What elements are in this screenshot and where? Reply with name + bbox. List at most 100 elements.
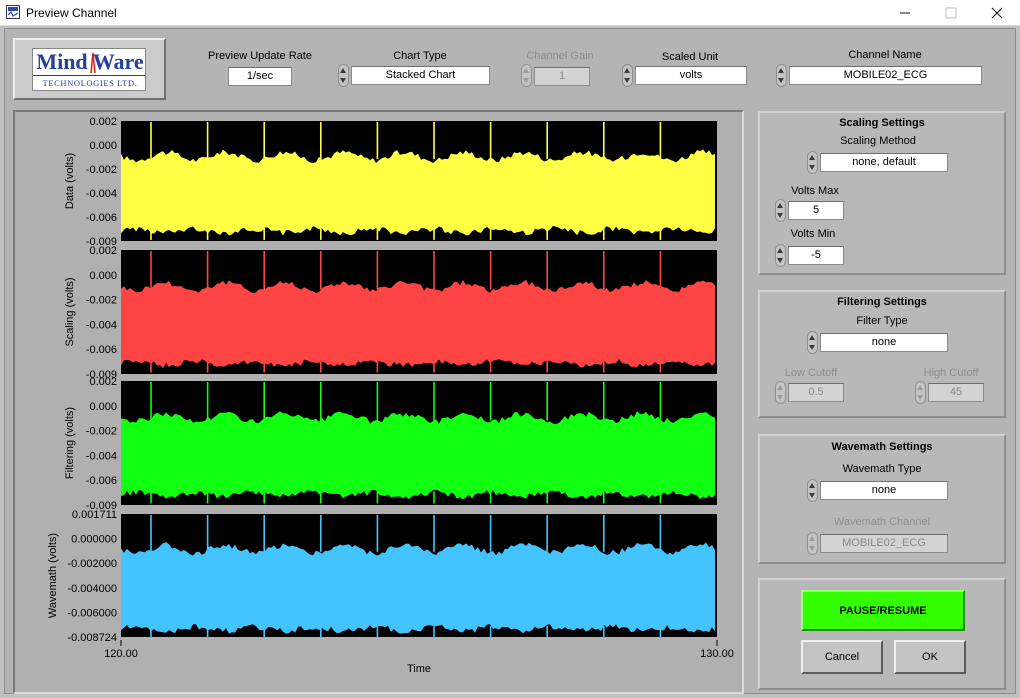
wavemath-channel-ring [807,532,818,555]
minimize-icon [900,12,910,14]
filter-type-ring[interactable] [807,331,818,354]
pause-resume-button[interactable]: PAUSE/RESUME [801,590,965,631]
volts-min-label: Volts Min [790,228,836,240]
y-tick-label: -0.002000 [67,558,117,570]
x-tick-label: 120.00 [104,648,138,660]
x-tick-label: 130.00 [700,648,734,660]
y-tick-label: 0.000 [89,270,117,282]
signal-band [121,411,715,500]
y-tick-label: -0.008724 [67,632,117,644]
ok-button[interactable]: OK [894,640,966,674]
app-icon [6,5,20,19]
wavemath-type-label: Wavemath Type [842,463,922,475]
high-cutoff-label: High Cutoff [923,367,979,379]
arrow-down-icon [777,258,783,263]
preview-rate-label: Preview Update Rate [208,50,312,62]
arrow-down-icon [340,78,346,83]
channel-gain-label: Channel Gain [526,50,594,62]
wavemath-type-ring[interactable] [807,479,818,502]
y-axis-label: Scaling (volts) [64,277,76,346]
y-tick-label: 0.001711 [72,509,117,521]
low-cutoff-label: Low Cutoff [784,367,838,379]
arrow-down-icon [809,345,815,350]
arrow-up-icon [778,68,784,73]
volts-max-field[interactable]: 5 [788,201,844,220]
x-axis-label: Time [407,663,431,675]
preview-rate-field[interactable]: 1/sec [228,67,292,86]
arrow-down-icon [778,78,784,83]
arrow-up-icon [917,385,923,390]
y-tick-label: -0.002 [86,426,117,438]
arrow-up-icon [523,68,529,73]
filtering-settings-title: Filtering Settings [837,296,927,308]
arrow-down-icon [523,78,529,83]
volts-min-stepper[interactable] [775,244,786,267]
wavemath-channel-label: Wavemath Channel [833,516,931,528]
arrow-down-icon [777,213,783,218]
signal-band [121,149,715,236]
scaled-unit-label: Scaled Unit [661,51,719,63]
stacked-chart: 0.0020.000-0.002-0.004-0.006-0.009Data (… [47,116,734,675]
maximize-button[interactable] [928,0,974,26]
filter-type-field[interactable]: none [820,333,948,352]
y-tick-label: 0.002 [89,245,117,257]
scaled-unit-ring[interactable] [622,64,633,87]
y-tick-label: -0.002 [86,164,117,176]
scaled-unit-field[interactable]: volts [635,66,747,85]
logo-heartbeat-icon [90,52,96,74]
arrow-up-icon [777,203,783,208]
y-tick-label: -0.006 [86,475,117,487]
channel-gain-field: 1 [534,67,590,86]
y-tick-label: 0.000 [89,140,117,152]
channel-name-ring[interactable] [776,64,787,87]
arrow-up-icon [809,536,815,541]
close-button[interactable] [974,0,1020,26]
channel-name-label: Channel Name [848,49,922,61]
signal-band [121,279,715,369]
close-icon [991,7,1003,19]
arrow-up-icon [624,68,630,73]
signal-band [121,542,715,634]
wavemath-settings-title: Wavemath Settings [831,441,933,453]
title-bar: Preview Channel [0,0,1020,26]
low-cutoff-field: 0.5 [788,383,844,402]
high-cutoff-stepper [915,381,926,404]
low-cutoff-stepper [775,381,786,404]
y-tick-label: -0.006 [86,344,117,356]
chart-type-label: Chart Type [393,50,447,62]
mindware-logo: Mind Ware TECHNOLOGIES LTD. [13,38,166,100]
minimize-button[interactable] [882,0,928,26]
chart-panel: 0.002 0.000 -0.002 -0.004 -0.006 -0.009 Data (… [13,110,744,694]
volts-max-stepper[interactable] [775,199,786,222]
y-axis-label: Wavemath (volts) [47,533,59,618]
chart-type-ring[interactable] [338,64,349,87]
y-tick-label: 0.000000 [71,534,117,546]
arrow-up-icon [809,483,815,488]
arrow-down-icon [777,395,783,400]
channel-gain-ring [521,64,532,87]
channel-name-field[interactable]: MOBILE02_ECG [789,66,982,85]
y-tick-label: 0.002 [89,116,117,128]
logo-subtitle: TECHNOLOGIES LTD. [33,75,145,88]
arrow-up-icon [777,248,783,253]
arrow-down-icon [809,493,815,498]
cancel-button[interactable]: Cancel [801,640,883,674]
scaling-settings-title: Scaling Settings [839,117,925,129]
y-tick-label: 0.000 [89,401,117,413]
y-axis-label: Data (volts) [64,153,76,209]
chart-type-field[interactable]: Stacked Chart [351,66,490,85]
volts-min-field[interactable]: -5 [788,246,844,265]
arrow-down-icon [917,395,923,400]
scaling-method-field[interactable]: none, default [820,153,948,172]
arrow-down-icon [809,546,815,551]
y-tick-label: -0.004 [86,319,117,331]
y-axis-label: Filtering (volts) [64,407,76,479]
window-title: Preview Channel [26,6,117,20]
y-tick-label: -0.004 [86,450,117,462]
scaling-method-label: Scaling Method [840,135,916,147]
scaling-method-ring[interactable] [807,151,818,174]
volts-max-label: Volts Max [791,185,839,197]
wavemath-type-field[interactable]: none [820,481,948,500]
arrow-up-icon [340,68,346,73]
y-tick-label: 0.002 [89,376,117,388]
